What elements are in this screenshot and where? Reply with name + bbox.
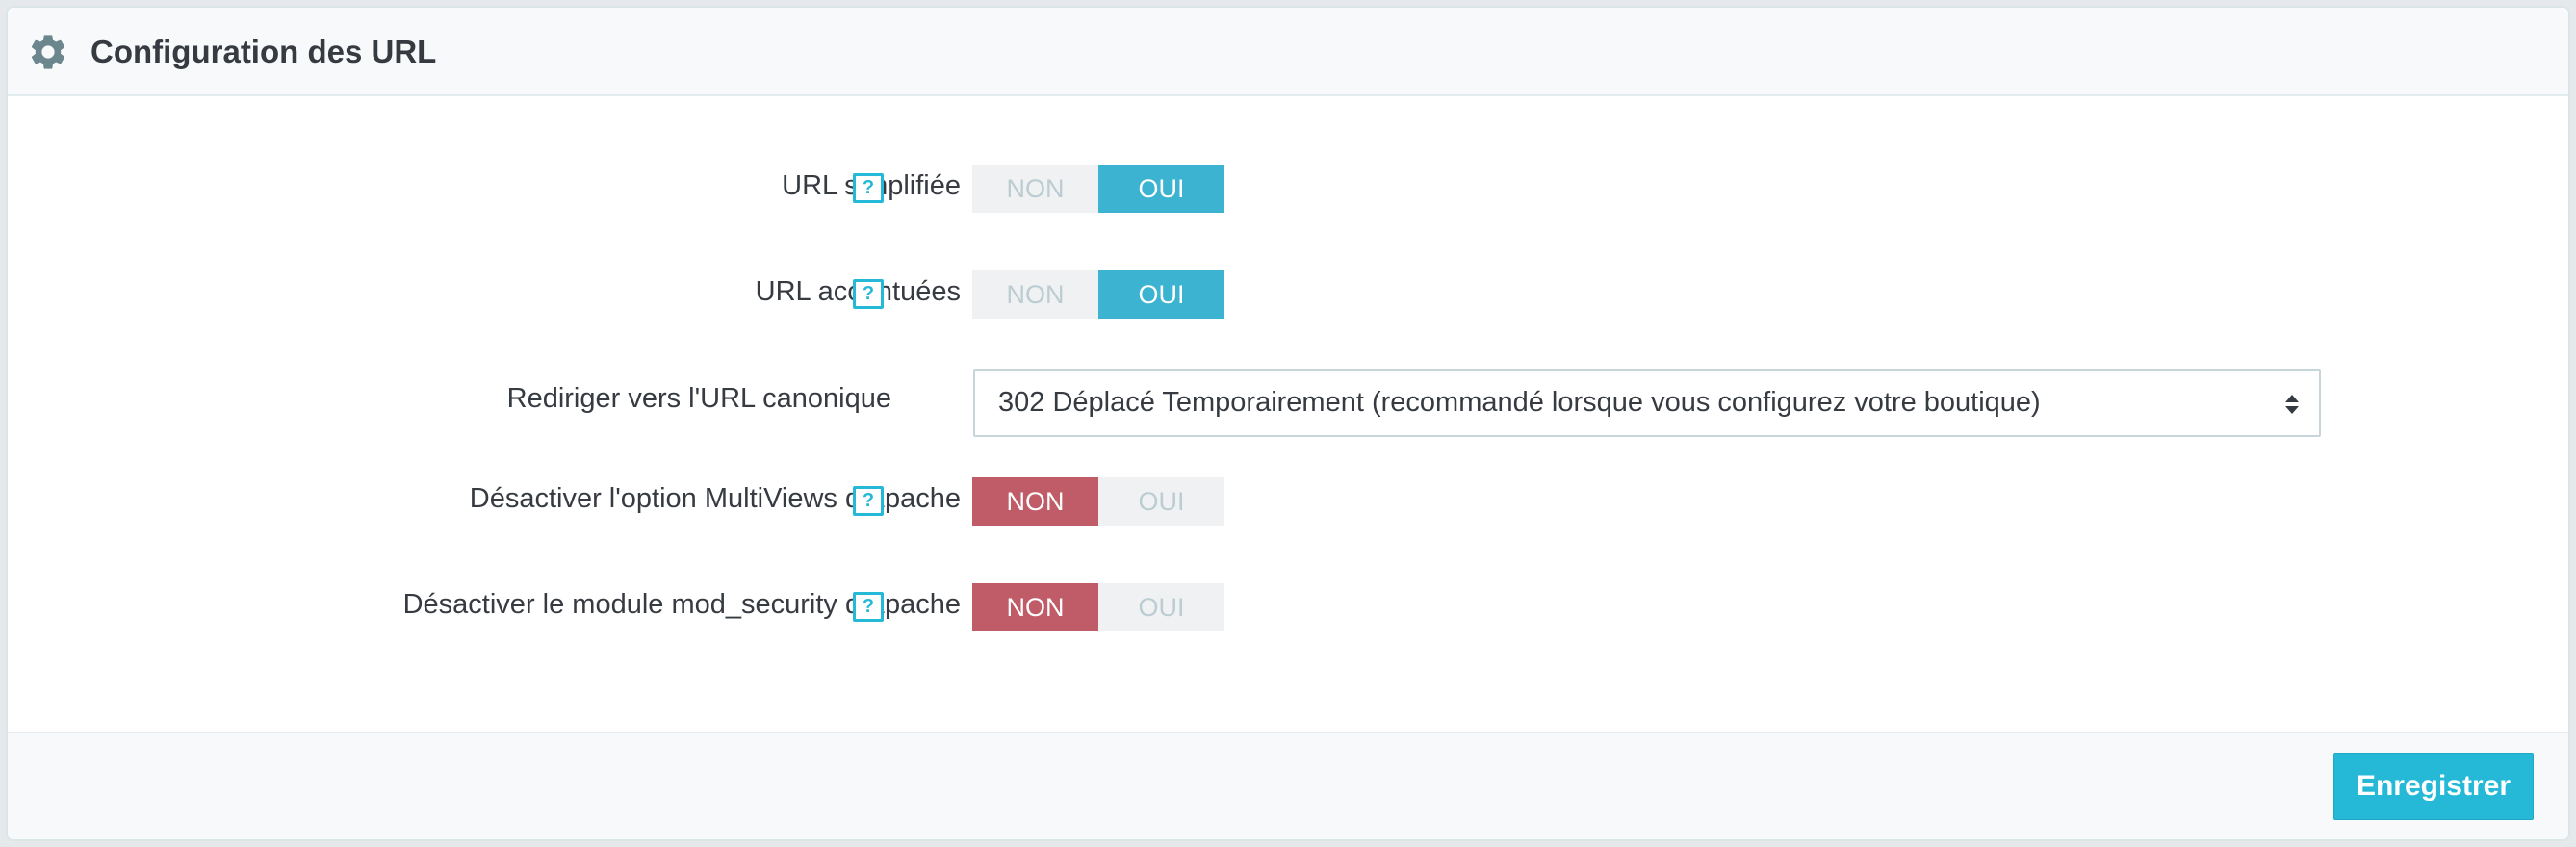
accented-url-oui-option[interactable]: OUI [1098,270,1224,319]
form-row-disable-multiviews: Désactiver l'option MultiViews d'Apache … [8,475,2568,527]
accented-url-non-option[interactable]: NON [972,270,1098,319]
canonical-redirect-select[interactable]: 302 Déplacé Temporairement (recommandé l… [973,369,2321,437]
form-row-simplified-url: URL simplifiée ? NON OUI [8,163,2568,215]
simplified-url-switch[interactable]: NON OUI [972,165,1224,213]
panel-footer: Enregistrer [8,732,2568,839]
disable-mod-security-switch[interactable]: NON OUI [972,583,1224,631]
disable-multiviews-oui-option[interactable]: OUI [1098,477,1224,526]
help-icon[interactable]: ? [853,592,884,622]
help-icon[interactable]: ? [853,173,884,203]
disable-multiviews-switch[interactable]: NON OUI [972,477,1224,526]
sort-arrows-icon [2285,395,2299,414]
disable-multiviews-non-option[interactable]: NON [972,477,1098,526]
url-config-panel: Configuration des URL URL simplifiée ? N… [6,6,2570,841]
help-icon[interactable]: ? [853,486,884,516]
form-row-accented-url: URL accentuées ? NON OUI [8,269,2568,321]
canonical-redirect-label: Rediriger vers l'URL canonique [506,383,891,414]
gear-icon [31,35,65,69]
panel-title: Configuration des URL [90,34,437,69]
form-row-disable-mod-security: Désactiver le module mod_security d'Apac… [8,581,2568,633]
disable-mod-security-non-option[interactable]: NON [972,583,1098,631]
simplified-url-non-option[interactable]: NON [972,165,1098,213]
disable-mod-security-oui-option[interactable]: OUI [1098,583,1224,631]
simplified-url-oui-option[interactable]: OUI [1098,165,1224,213]
help-icon[interactable]: ? [853,279,884,309]
accented-url-switch[interactable]: NON OUI [972,270,1224,319]
canonical-redirect-value: 302 Déplacé Temporairement (recommandé l… [998,387,2041,418]
disable-multiviews-label: Désactiver l'option MultiViews d'Apache [469,483,961,514]
save-button[interactable]: Enregistrer [2333,753,2534,820]
panel-heading: Configuration des URL [8,8,2568,96]
